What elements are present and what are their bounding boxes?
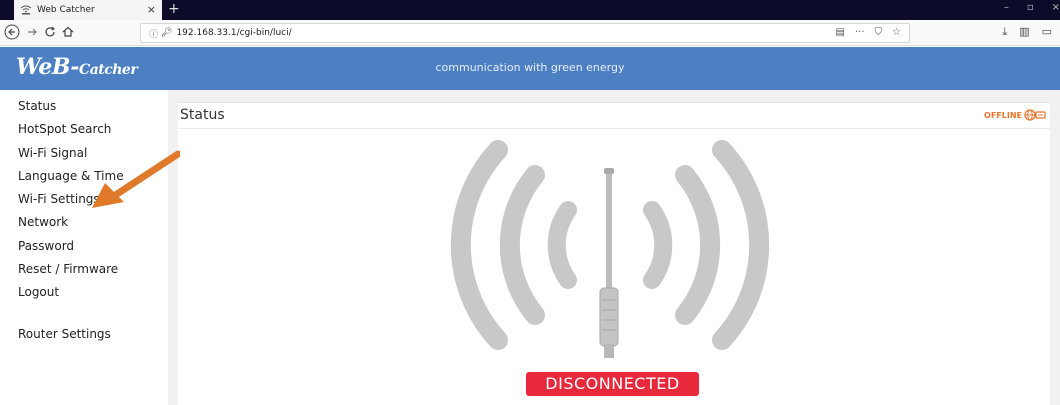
sidebar-nav: Status HotSpot Search Wi-Fi Signal Langu… bbox=[0, 90, 168, 405]
back-icon[interactable] bbox=[4, 24, 20, 45]
close-icon[interactable]: ⨯ bbox=[1052, 2, 1060, 13]
panel-divider bbox=[178, 128, 1050, 129]
orange-arrow-annotation bbox=[92, 150, 180, 208]
sidebar-icon[interactable]: ▭ bbox=[1042, 25, 1052, 39]
sidebar-item-logout[interactable]: Logout bbox=[0, 281, 168, 304]
url-bar[interactable]: ⓘ 🔑︎ 192.168.33.1/cgi-bin/luci/ ▤ ··· ⛉ … bbox=[140, 23, 910, 43]
sidebar-item-reset-firmware[interactable]: Reset / Firmware bbox=[0, 258, 168, 281]
window-controls: – ▫ ⨯ bbox=[1004, 2, 1060, 13]
sidebar-item-router-settings[interactable]: Router Settings bbox=[0, 323, 168, 346]
sidebar-item-network[interactable]: Network bbox=[0, 211, 168, 234]
panel-title: Status bbox=[180, 107, 225, 123]
sidebar-item-status[interactable]: Status bbox=[0, 95, 168, 118]
new-tab-icon[interactable]: + bbox=[168, 1, 180, 17]
tab-close-icon[interactable]: × bbox=[147, 3, 156, 16]
sidebar-item-password[interactable]: Password bbox=[0, 235, 168, 258]
globe-icon bbox=[1024, 109, 1046, 121]
library-icon[interactable]: ▥ bbox=[1019, 25, 1029, 39]
permissions-key-icon[interactable]: 🔑︎ bbox=[161, 28, 172, 38]
connection-status-badge: DISCONNECTED bbox=[526, 372, 699, 396]
pocket-icon[interactable]: ⛉ bbox=[875, 27, 883, 38]
browser-navbar: ⓘ 🔑︎ 192.168.33.1/cgi-bin/luci/ ▤ ··· ⛉ … bbox=[0, 20, 1060, 46]
url-text[interactable]: 192.168.33.1/cgi-bin/luci/ bbox=[176, 28, 291, 38]
browser-tab-bar: Web Catcher × + – ▫ ⨯ bbox=[0, 0, 1060, 20]
offline-indicator: OFFLINE bbox=[984, 109, 1046, 121]
webcatcher-favicon-icon bbox=[20, 5, 32, 15]
minimize-icon[interactable]: – bbox=[1004, 2, 1009, 13]
browser-toolbar-right: ⤓ ▥ ▭ bbox=[1002, 25, 1052, 39]
sidebar-item-hotspot-search[interactable]: HotSpot Search bbox=[0, 118, 168, 141]
home-icon[interactable] bbox=[62, 24, 74, 45]
forward-icon[interactable] bbox=[26, 24, 38, 45]
site-info-icon[interactable]: ⓘ bbox=[149, 27, 158, 40]
page-header: WeB-Catcher communication with green ene… bbox=[0, 47, 1060, 90]
header-tagline: communication with green energy bbox=[435, 61, 625, 74]
more-icon[interactable]: ··· bbox=[855, 27, 865, 38]
download-icon[interactable]: ⤓ bbox=[1002, 25, 1007, 39]
maximize-icon[interactable]: ▫ bbox=[1027, 2, 1034, 13]
reader-view-icon[interactable]: ▤ bbox=[836, 27, 845, 38]
browser-tab-title: Web Catcher bbox=[37, 5, 95, 15]
offline-label: OFFLINE bbox=[984, 110, 1022, 120]
antenna-signal-icon bbox=[450, 140, 770, 358]
bookmark-star-icon[interactable]: ☆ bbox=[892, 27, 901, 38]
url-actions: ▤ ··· ⛉ ☆ bbox=[836, 27, 901, 38]
reload-icon[interactable] bbox=[44, 24, 56, 45]
browser-tab[interactable]: Web Catcher × bbox=[14, 0, 162, 20]
